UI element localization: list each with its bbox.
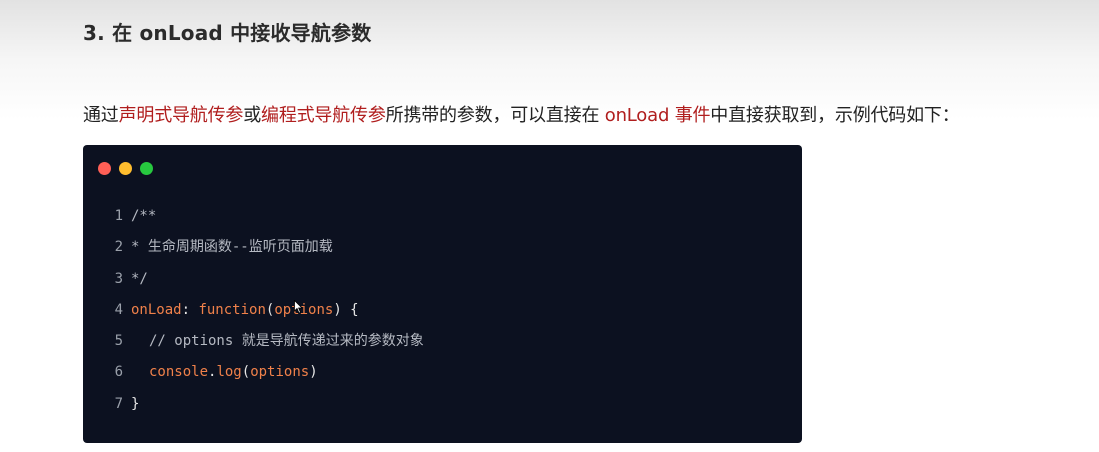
window-controls (98, 162, 153, 175)
link-onload-event[interactable]: onLoad 事件 (605, 105, 711, 126)
code-object: console (149, 364, 209, 381)
code-colon: : (181, 301, 199, 318)
minimize-dot-icon (119, 162, 132, 175)
section-heading: 3. 在 onLoad 中接收导航参数 (83, 21, 372, 45)
code-paren-close: ) { (333, 301, 359, 318)
para-text-1: 通过 (83, 105, 119, 126)
code-method: log (216, 364, 242, 381)
code-content: 1 /** 2 * 生命周期函数--监听页面加载 3 */ 4 onLoad: func… (83, 201, 802, 420)
line-number: 4 (114, 301, 123, 318)
code-line: 1 /** (83, 201, 802, 232)
line-number: 1 (114, 208, 123, 224)
link-programmatic-nav[interactable]: 编程式导航传参 (261, 105, 386, 126)
code-keyword: function (198, 301, 266, 318)
code-text: } (131, 395, 140, 412)
line-number: 6 (114, 364, 123, 381)
line-number: 7 (114, 395, 123, 412)
code-text: // options 就是导航传递过来的参数对象 (149, 333, 424, 350)
close-dot-icon (98, 162, 111, 175)
mouse-cursor-icon (294, 300, 303, 314)
intro-paragraph: 通过声明式导航传参或编程式导航传参所携带的参数，可以直接在 onLoad 事件中… (83, 101, 960, 127)
line-number: 2 (114, 239, 123, 256)
maximize-dot-icon (140, 162, 153, 175)
para-text-3: 所携带的参数，可以直接在 (385, 105, 605, 126)
code-dot: . (208, 364, 217, 381)
code-block: 1 /** 2 * 生命周期函数--监听页面加载 3 */ 4 onLoad: func… (83, 145, 802, 443)
line-number: 5 (114, 333, 123, 350)
link-declarative-nav[interactable]: 声明式导航传参 (119, 105, 244, 126)
para-text-4: 中直接获取到，示例代码如下： (710, 105, 960, 126)
code-text: /** (131, 208, 157, 224)
code-line: 3 */ (83, 264, 802, 295)
para-text-2: 或 (243, 105, 262, 126)
code-paren-close: ) (309, 364, 318, 381)
code-line: 7} (83, 389, 802, 420)
code-param: options (250, 364, 310, 381)
code-text: */ (131, 270, 148, 287)
code-paren-open: ( (265, 301, 275, 318)
code-line: 4 onLoad: function(options) { (83, 295, 802, 326)
line-number: 3 (114, 270, 123, 287)
code-text: * 生命周期函数--监听页面加载 (131, 239, 333, 256)
code-paren-open: ( (241, 364, 251, 381)
code-line: 6 console. log(options) (83, 357, 802, 388)
code-line: 5 // options 就是导航传递过来的参数对象 (83, 326, 802, 357)
code-line: 2 * 生命周期函数--监听页面加载 (83, 232, 802, 263)
code-function-name: onLoad (131, 301, 182, 318)
